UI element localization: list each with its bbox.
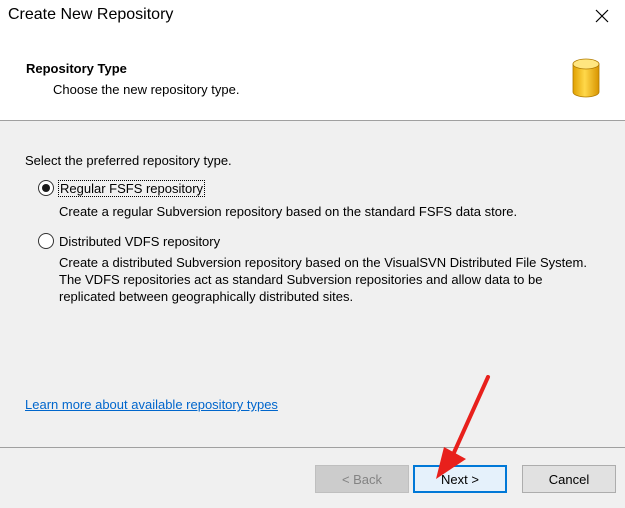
wizard-footer: < Back Next > Cancel	[0, 447, 625, 508]
window-title: Create New Repository	[8, 6, 174, 23]
database-icon	[572, 58, 600, 98]
radio-label-fsfs[interactable]: Regular FSFS repository	[57, 179, 206, 197]
radio-button-selected[interactable]	[38, 180, 54, 196]
title-bar: Create New Repository	[0, 0, 625, 32]
close-button[interactable]	[579, 0, 625, 32]
radio-distributed-vdfs[interactable]: Distributed VDFS repository	[38, 233, 220, 249]
radio-button-unselected[interactable]	[38, 233, 54, 249]
header-subtitle: Choose the new repository type.	[53, 82, 240, 97]
radio-regular-fsfs[interactable]: Regular FSFS repository	[38, 179, 206, 197]
radio-label-vdfs[interactable]: Distributed VDFS repository	[59, 234, 220, 249]
learn-more-link[interactable]: Learn more about available repository ty…	[25, 397, 278, 412]
intro-text: Select the preferred repository type.	[25, 153, 232, 168]
wizard-content: Select the preferred repository type. Re…	[0, 122, 625, 447]
close-icon	[595, 9, 609, 23]
next-button[interactable]: Next >	[413, 465, 507, 493]
header-title: Repository Type	[26, 61, 127, 76]
back-button[interactable]: < Back	[315, 465, 409, 493]
wizard-header: Repository Type Choose the new repositor…	[0, 32, 625, 121]
vdfs-description: Create a distributed Subversion reposito…	[59, 255, 587, 304]
fsfs-description: Create a regular Subversion repository b…	[59, 204, 518, 219]
cancel-button[interactable]: Cancel	[522, 465, 616, 493]
